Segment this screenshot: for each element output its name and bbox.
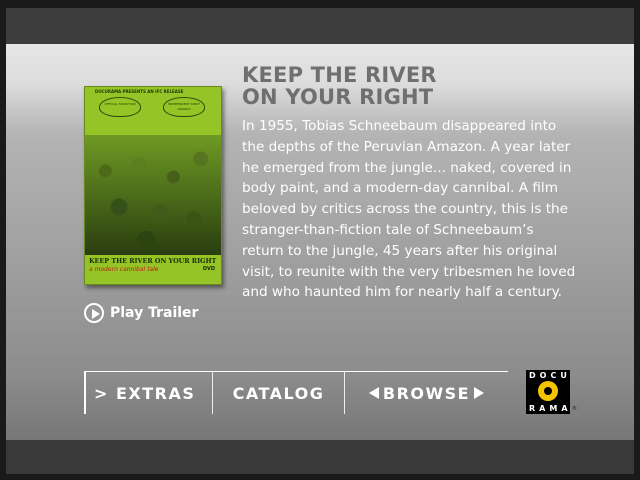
play-icon — [84, 303, 104, 323]
bottom-menu: > EXTRAS CATALOG BROWSE — [84, 371, 508, 415]
docurama-logo: DOCU RAMA — [526, 370, 570, 414]
film-title: KEEP THE RIVER ON YOUR RIGHT — [242, 64, 542, 108]
browse-label: BROWSE — [382, 383, 471, 403]
cover-subtitle: a modern cannibal tale — [89, 266, 159, 273]
logo-disc-icon — [538, 381, 558, 401]
cover-presents-text: DOCURAMA PRESENTS AN IFC RELEASE — [95, 89, 184, 94]
film-title-line-2: ON YOUR RIGHT — [242, 85, 434, 109]
film-title-line-1: KEEP THE RIVER — [242, 63, 437, 87]
browse-button[interactable]: BROWSE — [344, 372, 508, 414]
play-trailer-label: Play Trailer — [110, 305, 199, 321]
extras-label: > EXTRAS — [94, 383, 196, 403]
cover-title: KEEP THE RIVER ON YOUR RIGHT — [89, 257, 217, 265]
logo-bottom-text: RAMA — [529, 404, 572, 413]
catalog-button[interactable]: CATALOG — [212, 372, 344, 414]
arrow-left-icon[interactable] — [368, 387, 379, 399]
laurel-right-icon: INDEPENDENT SPIRIT AWARDS — [163, 97, 205, 117]
dvd-logo: DVD — [202, 266, 215, 272]
cover-photo — [85, 135, 221, 255]
play-trailer-button[interactable]: Play Trailer — [84, 300, 198, 326]
logo-trademark: ® — [572, 406, 577, 412]
extras-button[interactable]: > EXTRAS — [84, 372, 212, 414]
film-description: In 1955, Tobias Schneebaum disappeared i… — [242, 118, 576, 301]
catalog-label: CATALOG — [232, 383, 325, 403]
arrow-right-icon[interactable] — [474, 387, 485, 399]
top-letterbox-bar — [6, 8, 634, 44]
cover-header: DOCURAMA PRESENTS AN IFC RELEASE OFFICIA… — [85, 87, 221, 135]
logo-top-text: DOCU — [529, 371, 571, 380]
laurel-left-icon: OFFICIAL SELECTION — [99, 97, 141, 117]
dvd-cover: DOCURAMA PRESENTS AN IFC RELEASE OFFICIA… — [84, 86, 222, 285]
cover-title-block: KEEP THE RIVER ON YOUR RIGHT a modern ca… — [85, 255, 221, 284]
bottom-letterbox-bar — [6, 440, 634, 474]
